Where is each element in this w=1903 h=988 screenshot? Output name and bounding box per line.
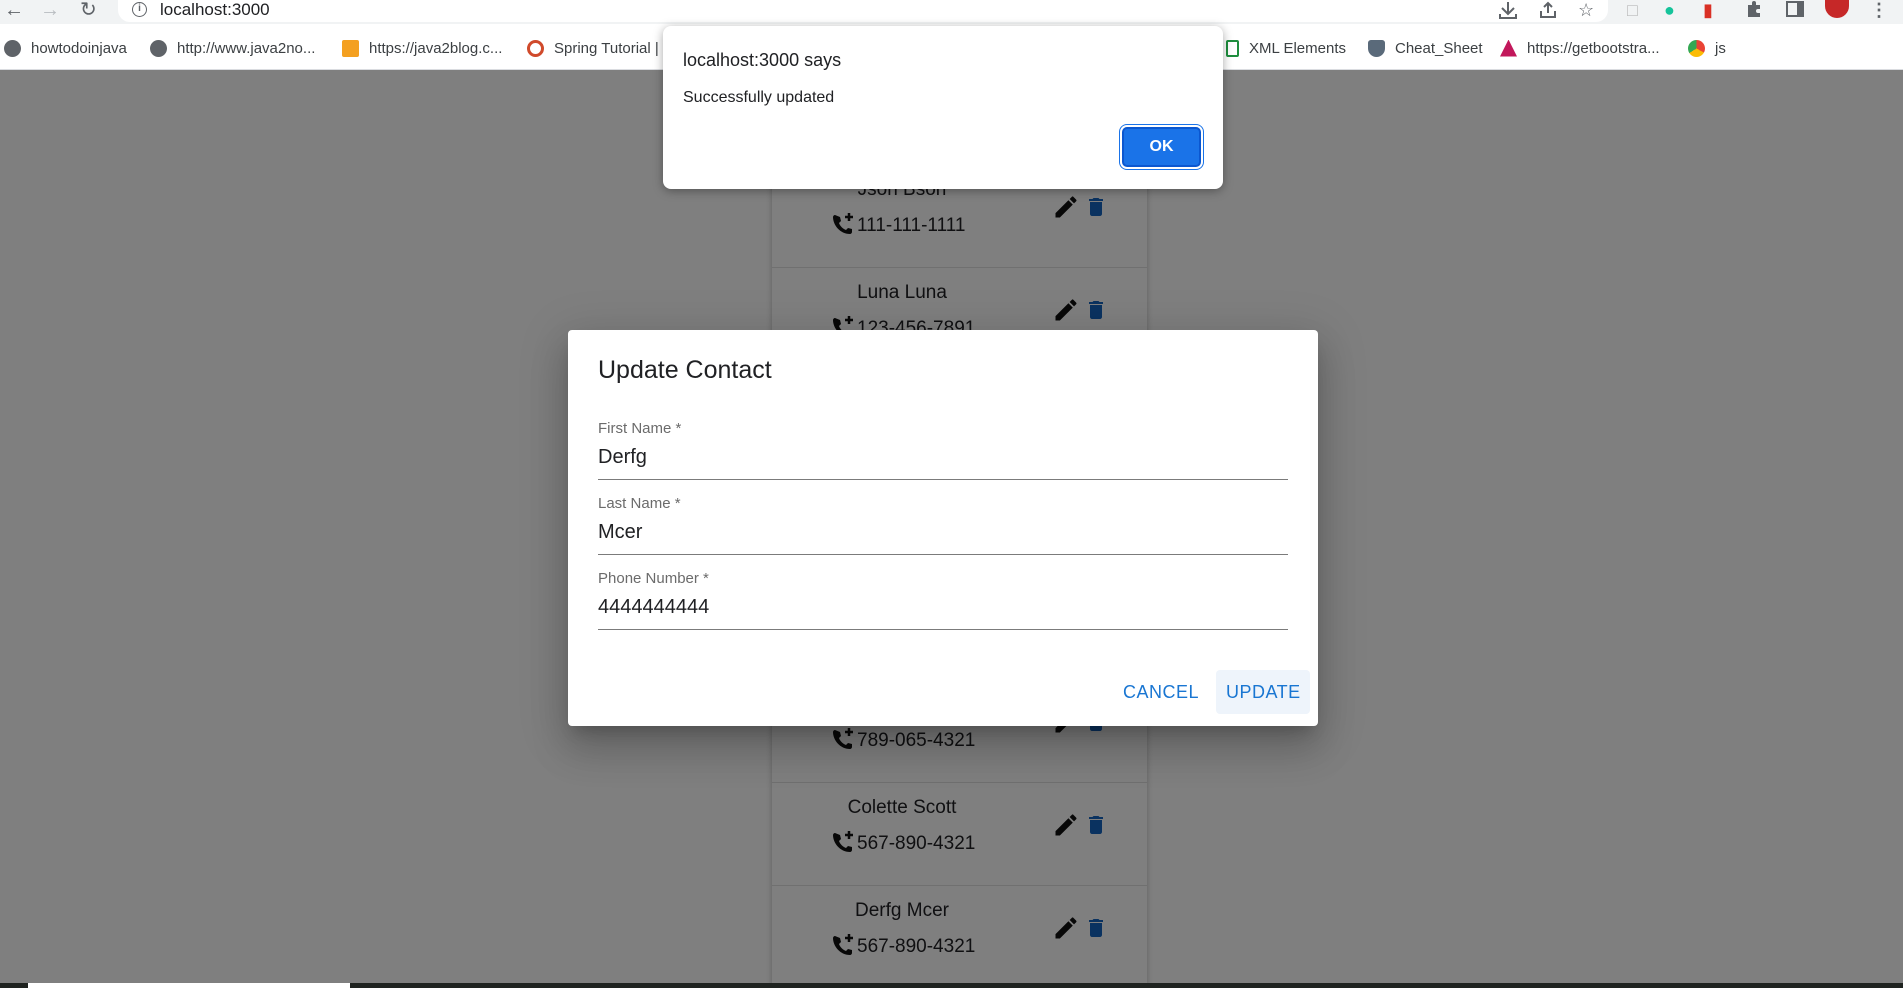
extensions-puzzle-icon[interactable] [1745,0,1763,18]
forward-arrow-icon[interactable]: → [40,0,60,20]
bookmark-label: Cheat_Sheet [1395,39,1483,57]
bookmark-label: https://getbootstra... [1527,39,1660,57]
update-button[interactable]: UPDATE [1216,670,1310,714]
globe-icon [4,39,21,57]
address-bar[interactable]: i localhost:3000 ☆ [118,0,1608,22]
alert-title: localhost:3000 says [683,50,842,70]
phone-number-label: Phone Number * [598,570,709,587]
bookmark-label: XML Elements [1249,39,1346,57]
dialog-title: Update Contact [598,356,772,384]
last-name-label: Last Name * [598,495,681,512]
phone-number-input[interactable] [598,592,1288,622]
bookmark-label: https://java2blog.c... [369,39,503,57]
extension-doc-icon[interactable]: □ [1627,0,1638,20]
first-name-field[interactable]: First Name * [598,420,1288,480]
bookmark-label: howtodoinjava [31,39,127,57]
bookmark-spring-tutorial[interactable]: Spring Tutorial | [527,38,659,58]
bookmark-howtodoinjava[interactable]: howtodoinjava [4,38,127,58]
browser-alert-dialog: localhost:3000 says Successfully updated… [663,26,1223,189]
bookmark-getbootstrap[interactable]: https://getbootstra... [1500,38,1660,58]
chrome-icon [1688,39,1705,57]
grammarly-icon[interactable]: ● [1664,0,1675,20]
bookmark-java2novice[interactable]: http://www.java2no... [150,38,315,58]
url-text[interactable]: localhost:3000 [160,0,270,20]
bookmark-label: Spring Tutorial | [554,39,659,57]
bookmark-label: js [1715,39,1726,57]
first-name-label: First Name * [598,420,682,437]
spring-icon [527,39,544,57]
update-contact-dialog: Update Contact First Name * Last Name * … [568,330,1318,726]
bookmark-cheat-sheet[interactable]: Cheat_Sheet [1368,38,1483,58]
first-name-input[interactable] [598,442,1288,472]
last-name-field[interactable]: Last Name * [598,495,1288,555]
site-info-icon[interactable]: i [132,2,147,17]
scrollbar-thumb[interactable] [28,983,350,988]
horizontal-scrollbar[interactable] [0,983,1903,988]
phone-number-field[interactable]: Phone Number * [598,570,1288,630]
bookmark-xml-elements[interactable]: XML Elements [1226,38,1346,58]
share-icon[interactable] [1538,1,1558,19]
bootstrap-icon [1500,39,1517,57]
last-name-input[interactable] [598,517,1288,547]
bookmark-label: http://www.java2no... [177,39,316,57]
install-app-icon[interactable] [1498,1,1518,19]
side-panel-icon[interactable] [1786,1,1804,17]
globe-icon [150,39,167,57]
shield-icon [1368,39,1385,57]
alert-ok-button[interactable]: OK [1122,127,1201,167]
reload-icon[interactable]: ↻ [80,0,97,20]
java2blog-icon [342,39,359,57]
shield-extension-icon[interactable]: ▮ [1703,0,1713,20]
browser-toolbar: ← → ↻ i localhost:3000 ☆ □ ● ▮ ⋮ [0,0,1903,24]
bookmark-star-icon[interactable]: ☆ [1578,0,1594,20]
bookmark-js[interactable]: js [1688,38,1726,58]
menu-kebab-icon[interactable]: ⋮ [1870,0,1888,20]
cancel-button[interactable]: CANCEL [1113,670,1205,714]
doc-icon [1226,39,1239,57]
alert-message: Successfully updated [683,89,835,106]
profile-avatar[interactable] [1825,0,1849,18]
bookmark-java2blog[interactable]: https://java2blog.c... [342,38,502,58]
back-arrow-icon[interactable]: ← [4,0,24,20]
